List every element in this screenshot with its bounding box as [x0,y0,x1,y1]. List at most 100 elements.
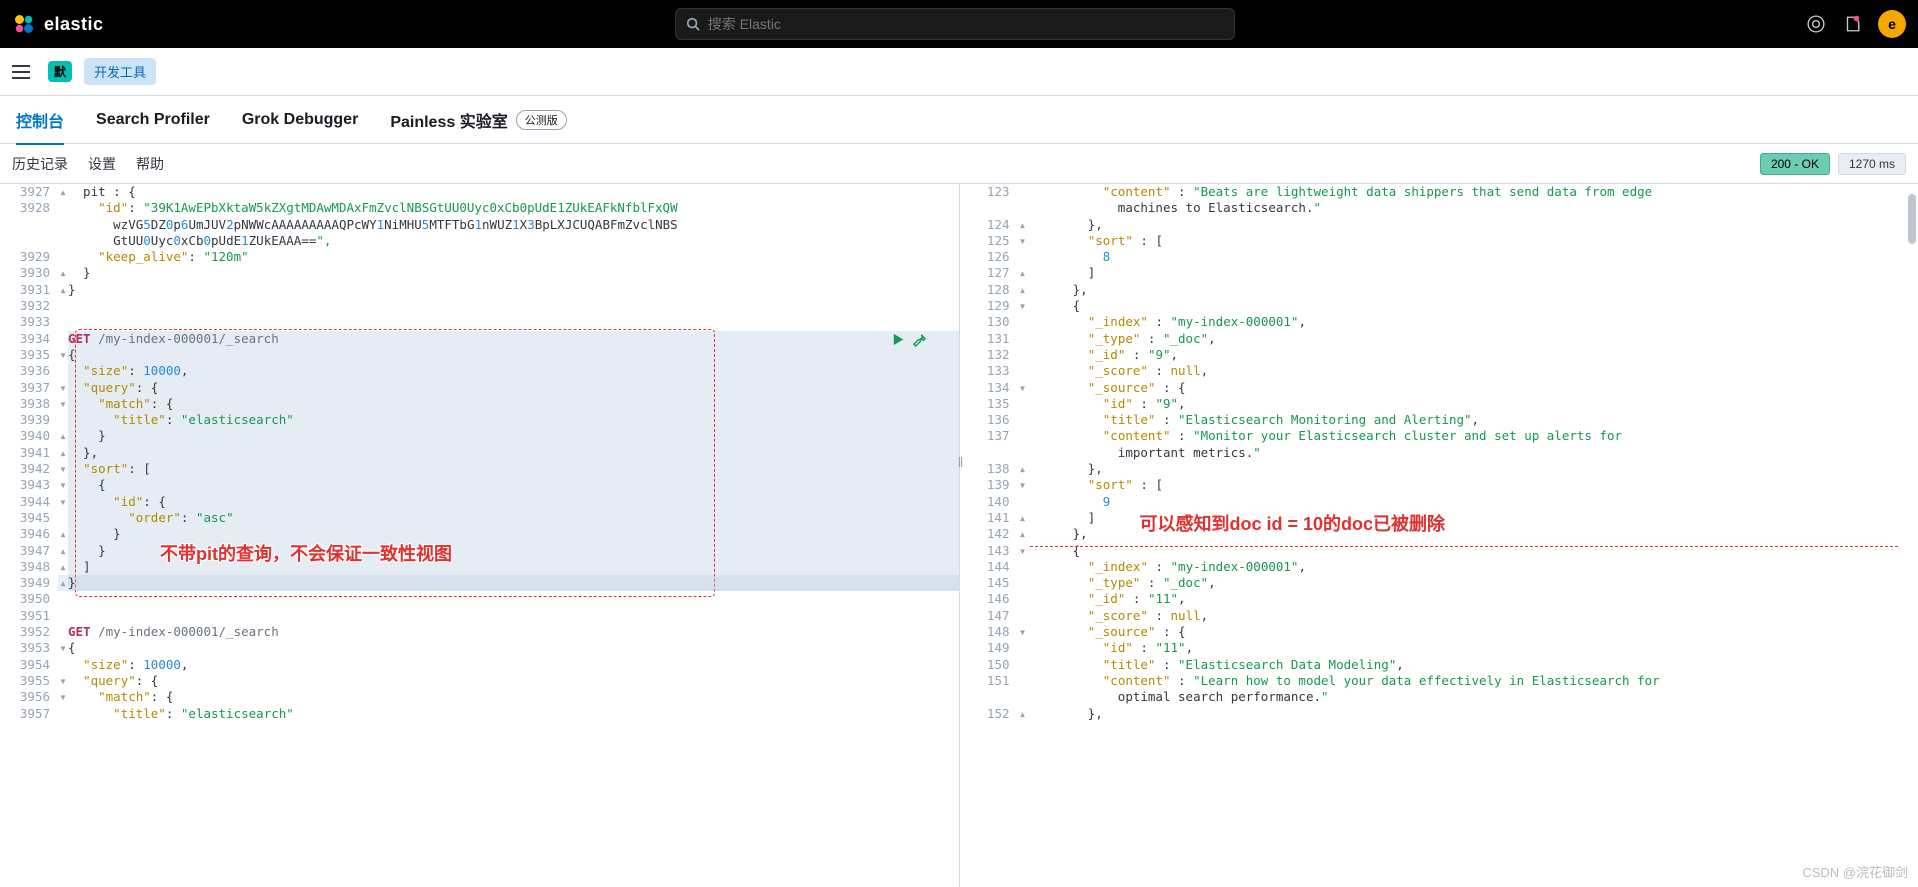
code-text[interactable]: "title": "elasticsearch" [68,706,959,722]
code-line[interactable]: 3933 [0,314,959,330]
code-text[interactable]: } [68,265,959,281]
code-text[interactable]: important metrics." [1028,445,1918,461]
code-text[interactable]: "_score" : null, [1028,363,1918,379]
code-text[interactable]: "_type" : "_doc", [1028,331,1918,347]
fold-icon[interactable]: ▾ [1018,380,1028,396]
fold-icon[interactable]: ▾ [1018,298,1028,314]
code-text[interactable]: } [68,428,959,444]
code-text[interactable]: } [68,282,959,298]
code-line[interactable]: 150 "title" : "Elasticsearch Data Modeli… [960,657,1918,673]
code-line[interactable]: 132 "_id" : "9", [960,347,1918,363]
code-line[interactable]: 123 "content" : "Beats are lightweight d… [960,184,1918,200]
code-text[interactable]: GET /my-index-000001/_search [68,624,959,640]
code-line[interactable]: 3945 "order": "asc" [0,510,959,526]
code-text[interactable]: { [68,347,959,363]
code-line[interactable]: machines to Elasticsearch." [960,200,1918,216]
code-line[interactable]: 124▴ }, [960,217,1918,233]
fold-icon[interactable]: ▾ [58,477,68,493]
code-text[interactable]: ] [68,559,959,575]
code-line[interactable]: 152▴ }, [960,706,1918,722]
fold-icon[interactable]: ▴ [1018,217,1028,233]
wrench-icon[interactable] [912,332,927,347]
code-line[interactable]: 141▴ ] [960,510,1918,526]
fold-icon[interactable]: ▾ [1018,477,1028,493]
fold-icon[interactable]: ▾ [58,640,68,656]
fold-icon[interactable]: ▴ [1018,706,1028,722]
code-text[interactable]: GET /my-index-000001/_search [68,331,959,347]
code-text[interactable]: "_index" : "my-index-000001", [1028,314,1918,330]
code-line[interactable]: 129▾ { [960,298,1918,314]
code-text[interactable]: }, [1028,706,1918,722]
code-line[interactable]: 3927▴ pit : { [0,184,959,200]
code-text[interactable]: "size": 10000, [68,363,959,379]
code-line[interactable]: 3938▾ "match": { [0,396,959,412]
code-line[interactable]: 3949▴} [0,575,959,591]
code-text[interactable]: { [68,477,959,493]
fold-icon[interactable]: ▴ [1018,526,1028,542]
code-text[interactable]: { [68,640,959,656]
code-line[interactable]: 3935▾{ [0,347,959,363]
code-line[interactable]: 143▾ { [960,543,1918,559]
code-line[interactable]: 3929 "keep_alive": "120m" [0,249,959,265]
code-line[interactable]: important metrics." [960,445,1918,461]
code-line[interactable]: 3939 "title": "elasticsearch" [0,412,959,428]
code-line[interactable]: GtUU0Uyc0xCb0pUdE1ZUkEAAA==", [0,233,959,249]
space-badge[interactable]: 默 [48,61,72,82]
code-text[interactable]: "content" : "Learn how to model your dat… [1028,673,1918,689]
fold-icon[interactable]: ▴ [58,428,68,444]
fold-icon[interactable]: ▴ [58,543,68,559]
code-text[interactable]: "size": 10000, [68,657,959,673]
code-text[interactable]: "order": "asc" [68,510,959,526]
code-text[interactable]: "_score" : null, [1028,608,1918,624]
code-line[interactable]: 142▴ }, [960,526,1918,542]
code-line[interactable]: 3940▴ } [0,428,959,444]
code-line[interactable]: 131 "_type" : "_doc", [960,331,1918,347]
code-text[interactable] [68,608,959,624]
fold-icon[interactable]: ▾ [58,396,68,412]
code-line[interactable]: 3947▴ } [0,543,959,559]
code-text[interactable]: "_type" : "_doc", [1028,575,1918,591]
fold-icon[interactable]: ▾ [1018,543,1028,559]
code-text[interactable]: } [68,575,959,591]
code-line[interactable]: 3942▾ "sort": [ [0,461,959,477]
tab-grok-debugger[interactable]: Grok Debugger [242,99,358,141]
code-line[interactable]: 3956▾ "match": { [0,689,959,705]
code-text[interactable]: "title" : "Elasticsearch Monitoring and … [1028,412,1918,428]
code-text[interactable] [68,591,959,607]
fold-icon[interactable]: ▾ [58,380,68,396]
fold-icon[interactable]: ▾ [58,673,68,689]
code-line[interactable]: 136 "title" : "Elasticsearch Monitoring … [960,412,1918,428]
code-text[interactable]: "_id" : "11", [1028,591,1918,607]
code-text[interactable]: "sort" : [ [1028,477,1918,493]
code-line[interactable]: 3943▾ { [0,477,959,493]
settings-link[interactable]: 设置 [88,154,116,174]
code-line[interactable]: 3928 "id": "39K1AwEPbXktaW5kZXgtMDAwMDAx… [0,200,959,216]
code-text[interactable]: "keep_alive": "120m" [68,249,959,265]
logo[interactable]: elastic [12,12,104,36]
user-avatar[interactable]: e [1878,10,1906,38]
code-line[interactable]: 3953▾{ [0,640,959,656]
code-text[interactable]: ] [1028,510,1918,526]
code-text[interactable]: 9 [1028,494,1918,510]
code-line[interactable]: 3930▴ } [0,265,959,281]
code-line[interactable]: 3957 "title": "elasticsearch" [0,706,959,722]
code-line[interactable]: 125▾ "sort" : [ [960,233,1918,249]
scrollbar[interactable] [1908,194,1916,244]
code-text[interactable] [68,298,959,314]
response-pane[interactable]: 可以感知到doc id = 10的doc已被删除 123 "content" :… [960,184,1918,887]
code-text[interactable]: "id": "39K1AwEPbXktaW5kZXgtMDAwMDAxFmZvc… [68,200,959,216]
code-text[interactable]: ] [1028,265,1918,281]
code-line[interactable]: 3950 [0,591,959,607]
fold-icon[interactable]: ▴ [58,282,68,298]
fold-icon[interactable]: ▴ [1018,265,1028,281]
code-text[interactable]: }, [1028,461,1918,477]
tab-console[interactable]: 控制台 [16,96,64,144]
code-text[interactable]: "id" : "9", [1028,396,1918,412]
code-text[interactable]: "id": { [68,494,959,510]
fold-icon[interactable]: ▾ [1018,233,1028,249]
code-text[interactable]: wzVG5DZ0p6UmJUV2pNWWcAAAAAAAAAQPcWY1NiMH… [68,217,959,233]
code-text[interactable]: "match": { [68,396,959,412]
code-text[interactable] [68,314,959,330]
code-line[interactable]: 151 "content" : "Learn how to model your… [960,673,1918,689]
fold-icon[interactable]: ▾ [58,461,68,477]
